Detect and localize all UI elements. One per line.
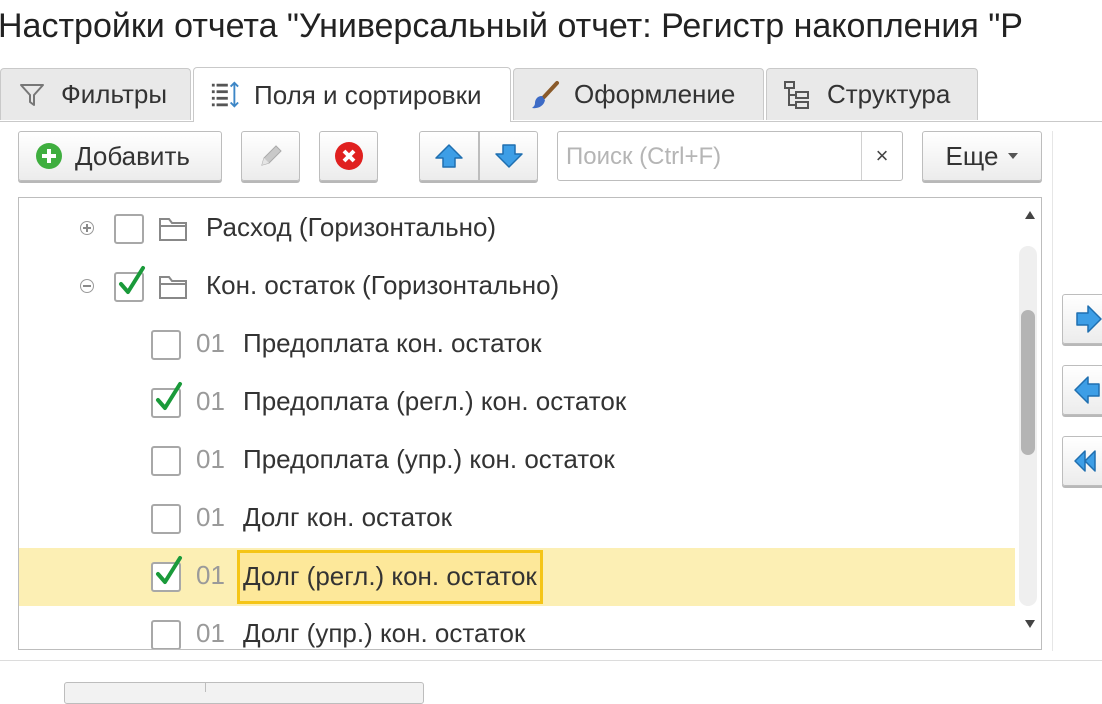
row-checkbox[interactable]: [151, 556, 182, 592]
search-field[interactable]: ×: [557, 131, 903, 181]
delete-button[interactable]: [319, 131, 378, 181]
arrow-right-icon: [1076, 305, 1102, 333]
row-label-focused[interactable]: Долг (регл.) кон. остаток: [237, 550, 543, 604]
bottom-tab-strip[interactable]: [64, 682, 424, 704]
add-button[interactable]: Добавить: [18, 131, 222, 181]
folder-icon: [159, 218, 187, 241]
checkmark-icon: [156, 382, 182, 410]
brush-icon: [530, 80, 560, 110]
tree-row[interactable]: Кон. остаток (Горизонтально): [19, 258, 1015, 316]
row-label: Кон. остаток (Горизонтально): [206, 270, 560, 300]
double-arrow-left-icon: [1074, 450, 1096, 472]
tab-structure[interactable]: Структура: [766, 68, 978, 120]
close-icon: ×: [875, 143, 889, 168]
add-button-label: Добавить: [75, 140, 190, 171]
chevron-down-icon: [1008, 153, 1019, 159]
tab-label: Поля и сортировки: [254, 79, 482, 110]
checkmark-icon: [156, 556, 182, 584]
row-code: 01: [196, 444, 225, 474]
scrollbar-thumb[interactable]: [1021, 310, 1035, 455]
row-label: Предоплата (регл.) кон. остаток: [243, 386, 627, 416]
arrow-down-icon: [494, 143, 524, 169]
row-code: 01: [196, 328, 225, 358]
row-label: Расход (Горизонтально): [206, 212, 497, 242]
scroll-up-arrow-icon[interactable]: [1023, 208, 1037, 222]
pencil-icon: [257, 142, 285, 170]
checkmark-icon: [119, 266, 145, 294]
tree-row[interactable]: Расход (Горизонтально): [19, 200, 1015, 258]
fields-tree[interactable]: Расход (Горизонтально) Кон. остаток (Гор…: [18, 197, 1042, 650]
structure-icon: [783, 80, 813, 110]
bottom-divider: [0, 660, 1102, 661]
arrow-up-icon: [434, 143, 464, 169]
move-right-button[interactable]: [1062, 294, 1102, 344]
row-code: 01: [196, 560, 225, 590]
move-all-left-button[interactable]: [1062, 436, 1102, 486]
collapse-icon[interactable]: [80, 279, 94, 293]
row-checkbox[interactable]: [151, 382, 182, 418]
row-checkbox[interactable]: [151, 330, 181, 360]
row-checkbox[interactable]: [151, 620, 181, 649]
window-title: Настройки отчета "Универсальный отчет: Р…: [0, 7, 1023, 45]
row-code: 01: [196, 386, 225, 416]
row-label: Долг (упр.) кон. остаток: [243, 618, 526, 648]
row-label: Предоплата (упр.) кон. остаток: [243, 444, 615, 474]
tab-label: Оформление: [574, 79, 736, 109]
tab-filters[interactable]: Фильтры: [0, 68, 191, 120]
tree-row[interactable]: 01 Долг (упр.) кон. остаток: [19, 606, 1015, 649]
bottom-tab-divider: [205, 682, 206, 692]
row-label: Предоплата кон. остаток: [243, 328, 542, 358]
arrow-left-icon: [1074, 376, 1100, 404]
tree-row[interactable]: 01 Предоплата (регл.) кон. остаток: [19, 374, 1015, 432]
edit-button[interactable]: [241, 131, 300, 181]
more-button[interactable]: Еще: [922, 131, 1042, 181]
row-checkbox[interactable]: [151, 504, 181, 534]
filter-icon: [17, 80, 47, 110]
move-left-button[interactable]: [1062, 365, 1102, 415]
move-down-button[interactable]: [479, 131, 538, 181]
row-code: 01: [196, 618, 225, 648]
folder-icon: [159, 276, 187, 299]
row-code: 01: [196, 502, 225, 532]
row-label: Долг кон. остаток: [243, 502, 453, 532]
tab-bar-divider: [0, 121, 1102, 122]
row-checkbox[interactable]: [114, 266, 145, 302]
scroll-down-arrow-icon[interactable]: [1023, 617, 1037, 631]
tree-row-selected[interactable]: 01 Долг (регл.) кон. остаток: [19, 548, 1015, 606]
tab-label: Фильтры: [61, 79, 168, 109]
add-circle-icon: [35, 142, 63, 170]
clear-search-button[interactable]: ×: [862, 132, 902, 180]
expand-icon[interactable]: [80, 221, 94, 235]
row-checkbox[interactable]: [151, 446, 181, 476]
tab-fields-sorting[interactable]: Поля и сортировки: [193, 67, 511, 122]
move-up-button[interactable]: [419, 131, 479, 181]
row-checkbox[interactable]: [114, 214, 144, 244]
panel-divider: [1052, 131, 1053, 651]
tab-appearance[interactable]: Оформление: [513, 68, 764, 120]
more-button-label: Еще: [945, 140, 999, 171]
tab-label: Структура: [827, 79, 951, 109]
delete-circle-icon: [334, 141, 364, 171]
tree-row[interactable]: 01 Предоплата кон. остаток: [19, 316, 1015, 374]
tree-row[interactable]: 01 Долг кон. остаток: [19, 490, 1015, 548]
search-input[interactable]: [564, 136, 862, 178]
fields-sort-icon: [210, 80, 240, 110]
tree-row[interactable]: 01 Предоплата (упр.) кон. остаток: [19, 432, 1015, 490]
